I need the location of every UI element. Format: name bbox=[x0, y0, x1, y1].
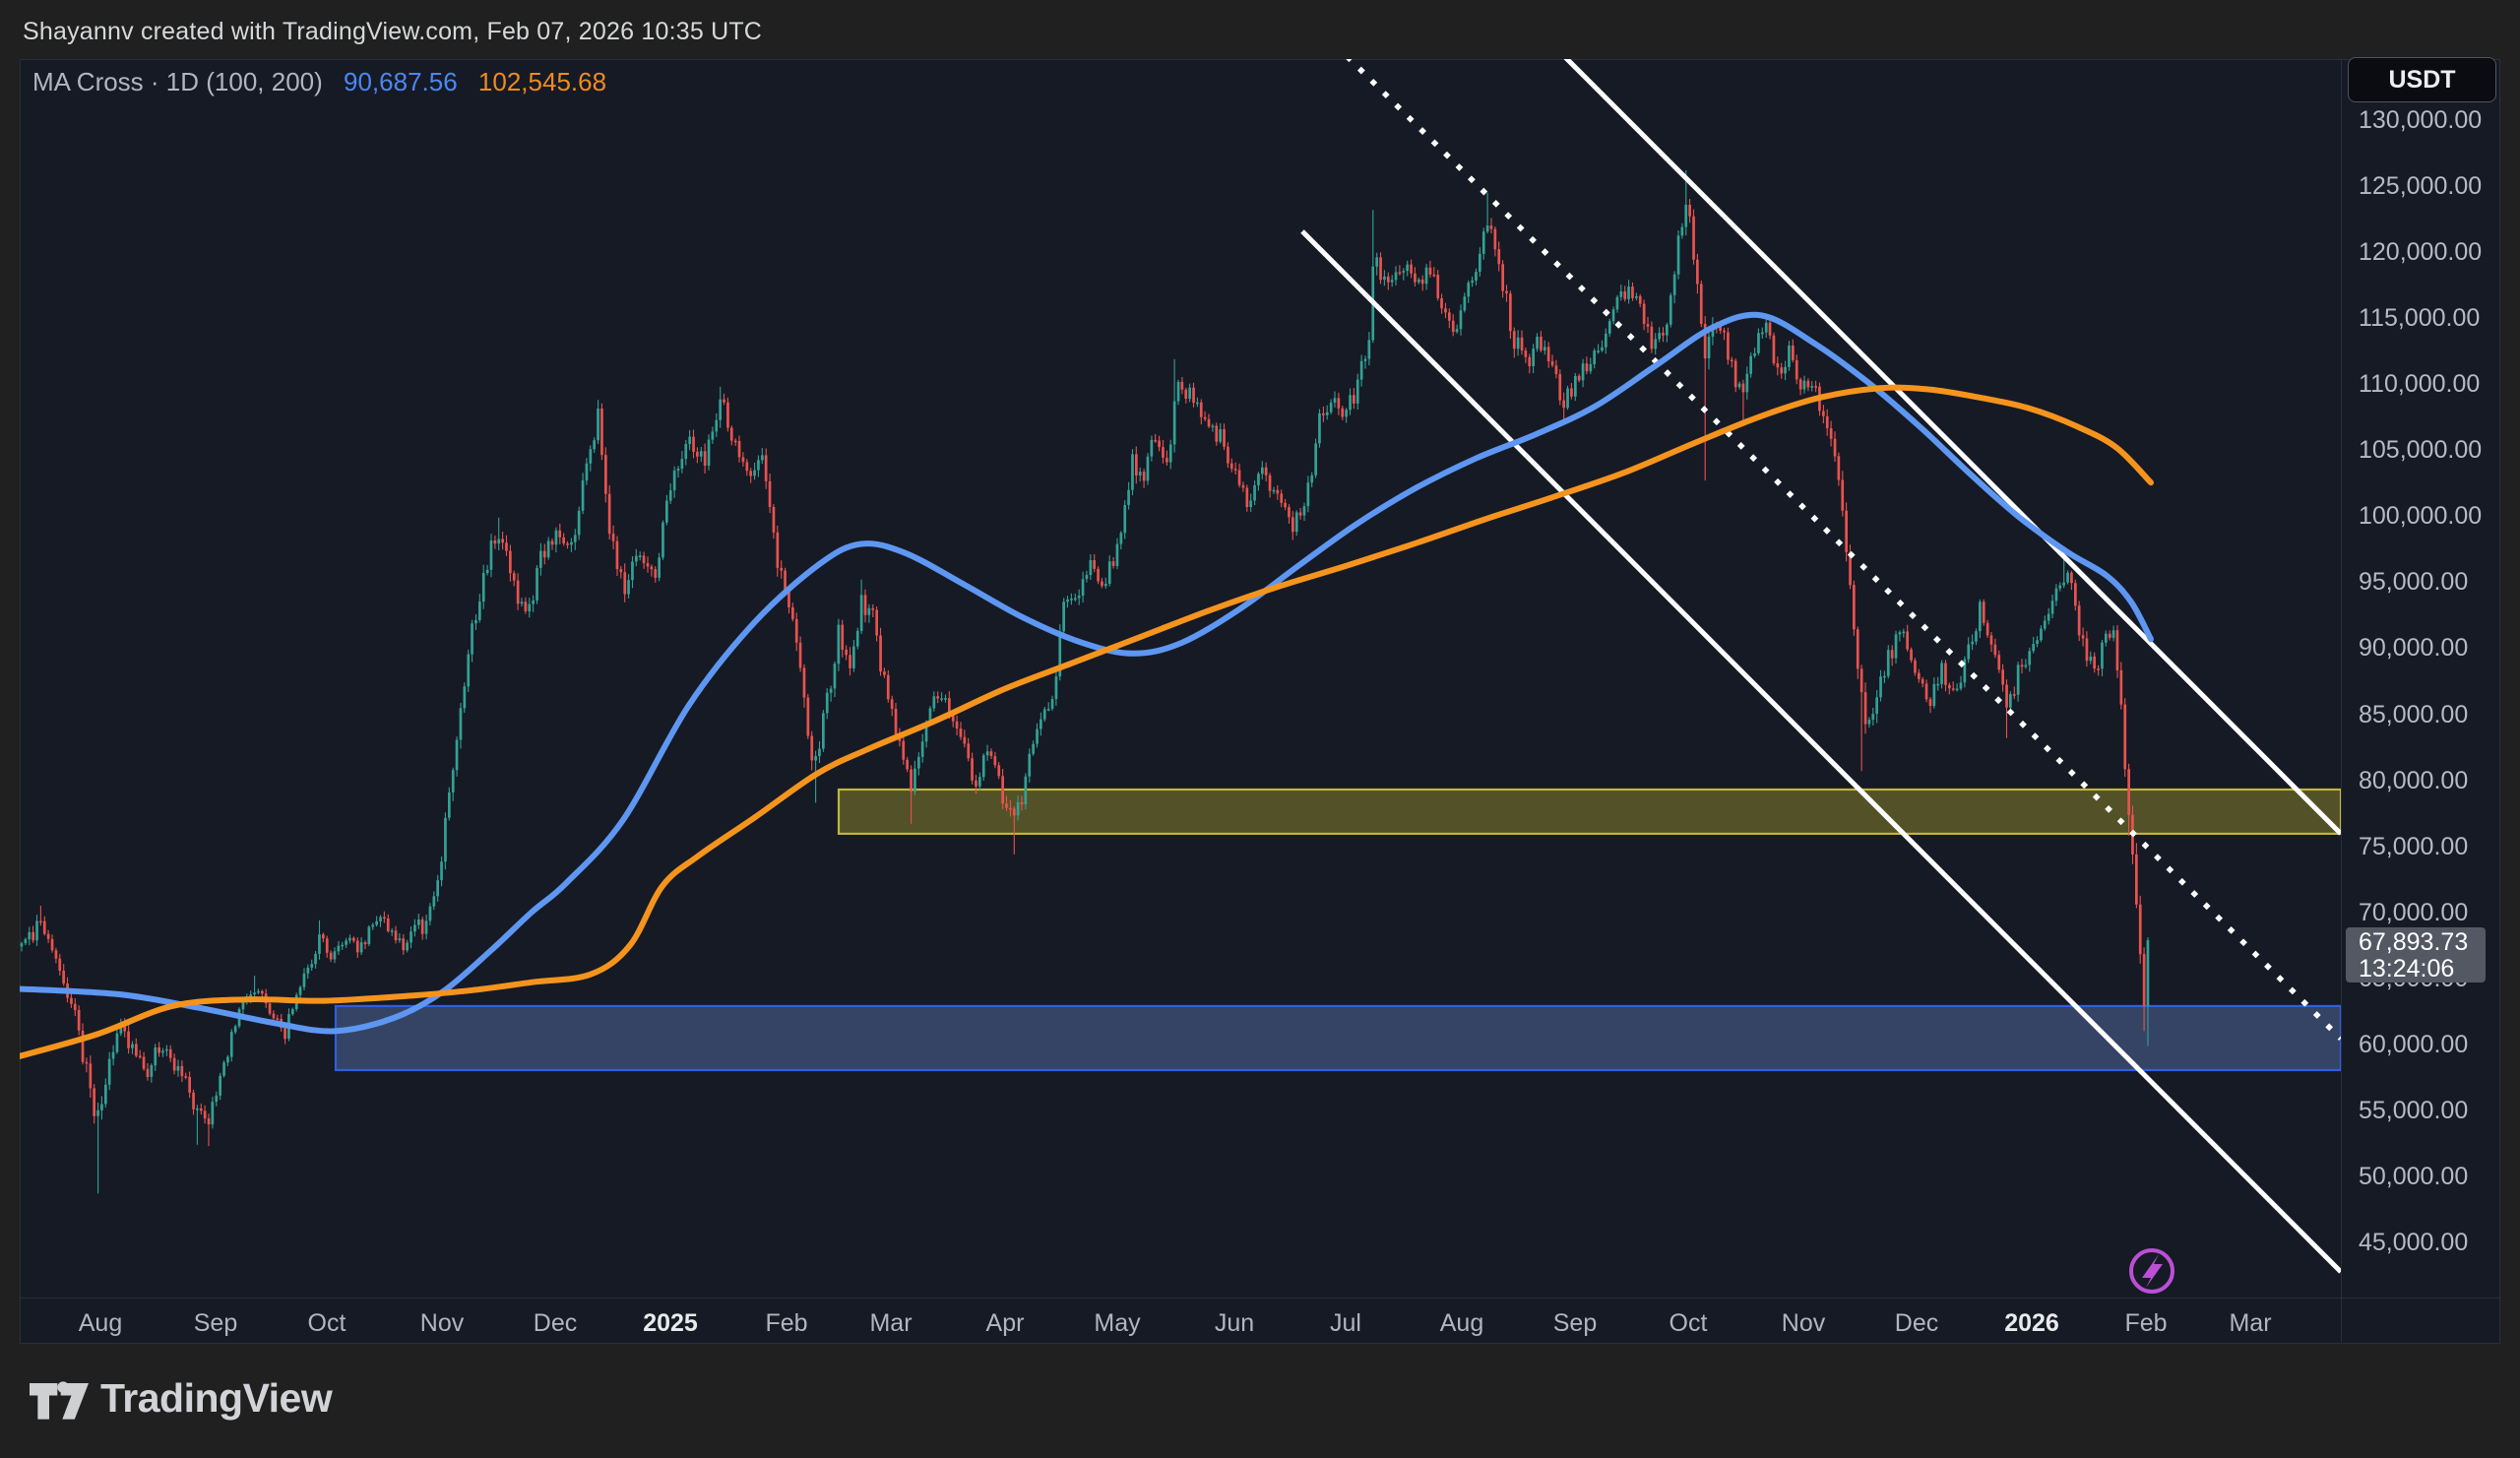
time-axis-label: Nov bbox=[1781, 1309, 1826, 1337]
tradingview-logo-icon bbox=[30, 1381, 89, 1420]
time-axis-label: Feb bbox=[2124, 1309, 2168, 1337]
price-axis-label: 90,000.00 bbox=[2359, 634, 2469, 663]
time-axis-label: Feb bbox=[765, 1309, 808, 1337]
resistance-zone[interactable] bbox=[837, 788, 2341, 836]
ma200-line[interactable] bbox=[20, 384, 2154, 1059]
price-axis-label: 95,000.00 bbox=[2359, 568, 2469, 597]
price-axis-label: 130,000.00 bbox=[2359, 106, 2483, 134]
time-axis-label: Jul bbox=[1330, 1309, 1361, 1337]
down-candle-bodies bbox=[32, 205, 2146, 1125]
bar-countdown: 13:24:06 bbox=[2359, 955, 2455, 983]
channel-trendline-0[interactable] bbox=[1556, 59, 2341, 836]
time-axis-label: Dec bbox=[1894, 1309, 1939, 1337]
currency-toggle-button[interactable]: USDT bbox=[2348, 57, 2496, 102]
price-axis-label: 80,000.00 bbox=[2359, 766, 2469, 794]
brand-name: TradingView bbox=[100, 1374, 333, 1421]
price-axis-label: 75,000.00 bbox=[2359, 832, 2469, 860]
time-axis-label: Sep bbox=[193, 1309, 238, 1337]
time-axis-label: Aug bbox=[78, 1309, 123, 1337]
snapshot-attribution: Shayannv created with TradingView.com, F… bbox=[23, 18, 763, 45]
up-candle-bodies bbox=[20, 205, 2150, 1125]
time-axis-label: Apr bbox=[985, 1309, 1025, 1337]
footer-brand: TradingView bbox=[30, 1370, 333, 1426]
price-axis-label: 70,000.00 bbox=[2359, 898, 2469, 926]
price-axis-label: 60,000.00 bbox=[2359, 1030, 2469, 1058]
lightning-icon bbox=[2142, 1254, 2163, 1288]
price-axis-label: 100,000.00 bbox=[2359, 502, 2483, 531]
time-axis-label: Mar bbox=[869, 1309, 913, 1337]
time-axis-label: May bbox=[1094, 1309, 1141, 1337]
legend-label: MA Cross · 1D (100, 200) bbox=[32, 67, 323, 96]
chart-canvas[interactable] bbox=[20, 59, 2341, 1298]
tradingview-snapshot-page: Shayannv created with TradingView.com, F… bbox=[0, 0, 2520, 1458]
price-axis-label: 45,000.00 bbox=[2359, 1229, 2469, 1256]
price-axis-label: 55,000.00 bbox=[2359, 1096, 2469, 1124]
time-axis-label: Nov bbox=[419, 1309, 465, 1337]
channel-trendline-1[interactable] bbox=[1300, 229, 2341, 1274]
price-axis-label: 115,000.00 bbox=[2359, 304, 2481, 333]
price-axis-label: 105,000.00 bbox=[2359, 436, 2483, 465]
last-price-value: 67,893.73 bbox=[2359, 928, 2469, 956]
time-axis-label: Mar bbox=[2229, 1309, 2272, 1337]
time-axis-label: Sep bbox=[1552, 1309, 1598, 1337]
time-axis-label: Oct bbox=[307, 1309, 346, 1337]
indicator-legend[interactable]: MA Cross · 1D (100, 200) 90,687.56 102,5… bbox=[32, 67, 606, 97]
price-axis-label: 85,000.00 bbox=[2359, 700, 2469, 729]
time-axis-label: Oct bbox=[1669, 1309, 1708, 1337]
time-axis-label: 2026 bbox=[2004, 1309, 2059, 1337]
candlestick-chart bbox=[20, 59, 2341, 1294]
price-axis-label: 125,000.00 bbox=[2359, 172, 2483, 201]
down-candle-wicks bbox=[32, 199, 2145, 1147]
price-axis-label: 50,000.00 bbox=[2359, 1162, 2469, 1190]
ma200-value: 102,545.68 bbox=[477, 67, 607, 96]
dotted-trendline[interactable] bbox=[1335, 59, 2341, 1041]
axis-separator-horizontal bbox=[20, 1298, 2500, 1299]
last-price-label: 67,893.73 13:24:06 bbox=[2346, 927, 2486, 983]
support-zone[interactable] bbox=[334, 1004, 2341, 1072]
time-axis-label: Jun bbox=[1214, 1309, 1255, 1337]
time-axis-label: 2025 bbox=[643, 1309, 698, 1337]
axis-separator-vertical bbox=[2341, 59, 2342, 1344]
time-axis-label: Dec bbox=[533, 1309, 578, 1337]
price-axis-label: 120,000.00 bbox=[2359, 238, 2483, 267]
price-axis-label: 110,000.00 bbox=[2359, 370, 2481, 399]
time-axis-label: Aug bbox=[1439, 1309, 1484, 1337]
ma100-value: 90,687.56 bbox=[344, 67, 458, 96]
